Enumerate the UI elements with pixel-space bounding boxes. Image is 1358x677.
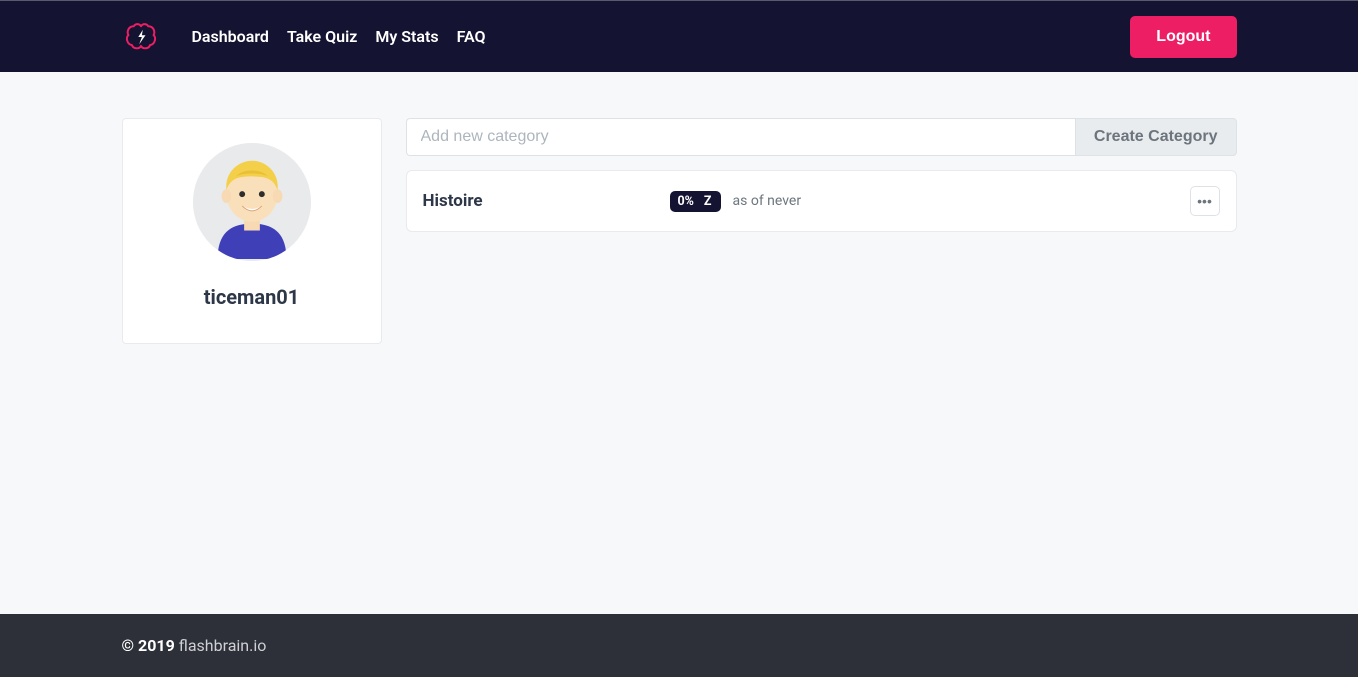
category-name-input[interactable] (406, 118, 1075, 156)
ellipsis-icon: ••• (1197, 194, 1212, 208)
category-menu-button[interactable]: ••• (1190, 186, 1220, 216)
content-column: Create Category Histoire 0% Z as of neve… (406, 118, 1237, 232)
category-name[interactable]: Histoire (423, 191, 658, 211)
footer: © 2019 flashbrain.io (0, 614, 1358, 677)
footer-copyright: © 2019 (122, 636, 179, 655)
create-category-button[interactable]: Create Category (1075, 118, 1237, 156)
username: ticeman01 (143, 285, 361, 309)
progress-percent: 0% (678, 194, 694, 209)
nav-my-stats[interactable]: My Stats (375, 27, 438, 46)
nav-dashboard[interactable]: Dashboard (192, 27, 269, 46)
category-row: Histoire 0% Z as of never ••• (406, 170, 1237, 232)
nav-faq[interactable]: FAQ (457, 27, 486, 46)
navbar: Dashboard Take Quiz My Stats FAQ Logout (0, 0, 1358, 72)
main-content: ticeman01 Create Category Histoire 0% Z … (0, 72, 1358, 614)
progress-flag: Z (704, 194, 712, 209)
as-of-text: as of never (733, 193, 802, 209)
profile-card: ticeman01 (122, 118, 382, 344)
brain-bolt-icon (123, 19, 159, 55)
logout-button[interactable]: Logout (1130, 16, 1236, 58)
logo[interactable] (122, 18, 160, 56)
avatar (193, 143, 311, 261)
add-category-form: Create Category (406, 118, 1237, 156)
footer-site: flashbrain.io (179, 636, 267, 655)
nav-take-quiz[interactable]: Take Quiz (287, 27, 357, 46)
progress-badge: 0% Z (670, 191, 721, 212)
